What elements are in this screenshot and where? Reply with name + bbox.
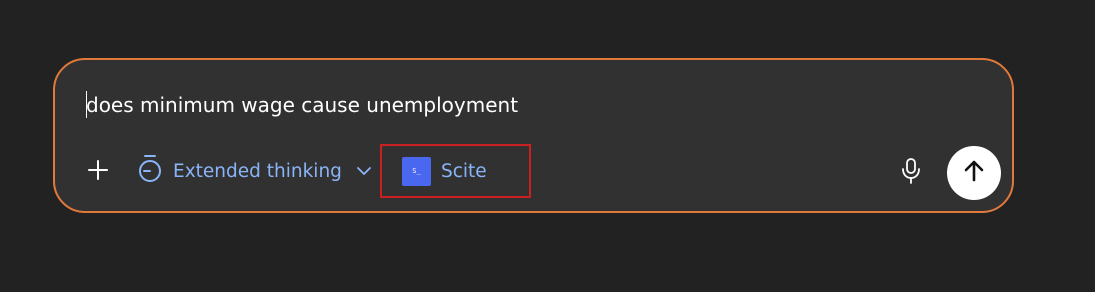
chevron-down-icon — [356, 166, 372, 176]
text-caret — [86, 91, 87, 118]
send-button[interactable] — [947, 146, 1001, 200]
stopwatch-icon — [137, 154, 163, 189]
microphone-icon — [900, 157, 922, 190]
scite-label: Scite — [441, 160, 487, 182]
extended-thinking-toggle[interactable]: Extended thinking — [137, 154, 372, 188]
voice-input-button[interactable] — [897, 157, 925, 190]
scite-integration-button[interactable]: S_ Scite — [380, 144, 531, 198]
prompt-input[interactable] — [86, 89, 966, 121]
extended-thinking-label: Extended thinking — [173, 160, 342, 182]
arrow-up-icon — [962, 159, 986, 188]
message-composer: Extended thinking S_ Scite — [53, 58, 1014, 213]
scite-logo-icon: S_ — [402, 156, 431, 186]
plus-icon — [87, 159, 109, 186]
add-attachment-button[interactable] — [83, 157, 113, 187]
